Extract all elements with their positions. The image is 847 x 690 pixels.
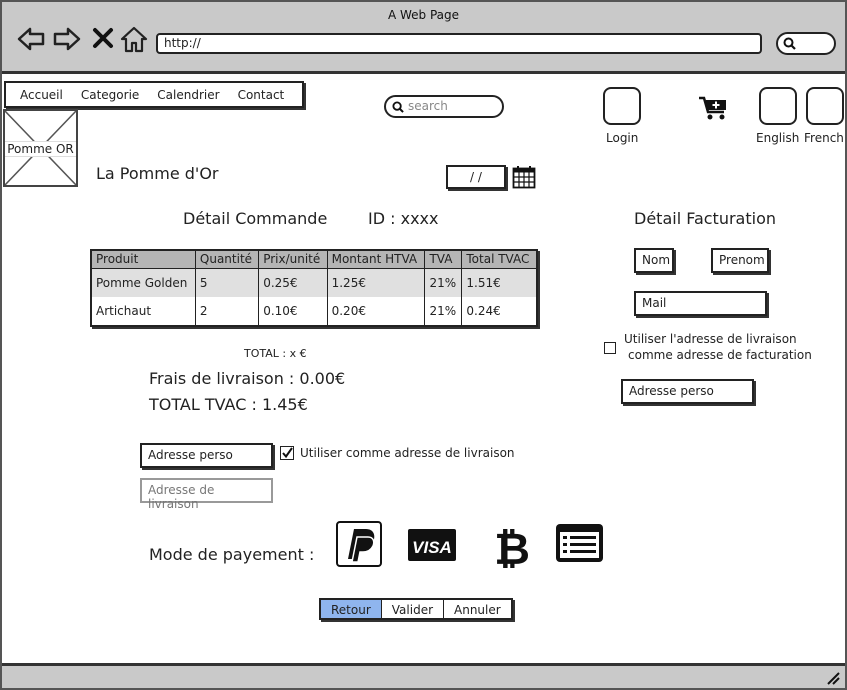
table-cell: 0.24€ bbox=[461, 297, 537, 326]
col-montant-htva: Montant HTVA bbox=[326, 250, 425, 269]
col-tva: TVA bbox=[424, 250, 462, 269]
forward-arrow-icon[interactable] bbox=[52, 24, 82, 54]
mail-field[interactable]: Mail bbox=[634, 291, 767, 316]
login-button[interactable] bbox=[603, 87, 641, 125]
menu-item-calendrier[interactable]: Calendrier bbox=[157, 88, 219, 102]
action-button-group: Retour Valider Annuler bbox=[319, 598, 513, 620]
nom-field[interactable]: Nom bbox=[634, 248, 674, 273]
table-cell: Artichaut bbox=[90, 297, 196, 326]
grand-total: TOTAL TVAC : 1.45€ bbox=[149, 395, 308, 414]
date-input[interactable]: / / bbox=[446, 165, 506, 189]
visa-icon[interactable]: VISA bbox=[408, 522, 458, 568]
logo-image: Pomme OR bbox=[3, 109, 78, 187]
order-table: Produit Quantité Prix/unité Montant HTVA… bbox=[90, 249, 538, 327]
browser-search-field[interactable] bbox=[776, 32, 836, 55]
use-delivery-as-billing-label-2: comme adresse de facturation bbox=[628, 348, 812, 362]
table-header-row: Produit Quantité Prix/unité Montant HTVA… bbox=[90, 250, 537, 269]
use-delivery-as-billing-label-1: Utiliser l'adresse de livraison bbox=[624, 332, 797, 346]
main-menu: Accueil Categorie Calendrier Contact bbox=[4, 81, 304, 108]
table-cell: 0.20€ bbox=[326, 297, 425, 326]
col-prix-unite: Prix/unité bbox=[258, 250, 328, 269]
search-placeholder: search bbox=[408, 99, 448, 113]
table-cell: 0.25€ bbox=[258, 268, 328, 297]
card-list-icon[interactable] bbox=[555, 521, 605, 567]
shop-name: La Pomme d'Or bbox=[96, 164, 219, 183]
order-title: Détail Commande bbox=[183, 209, 328, 228]
table-row[interactable]: Pomme Golden 5 0.25€ 1.25€ 21% 1.51€ bbox=[90, 268, 537, 297]
svg-text:VISA: VISA bbox=[412, 538, 452, 557]
search-icon bbox=[783, 37, 796, 50]
home-icon[interactable] bbox=[119, 24, 149, 54]
validate-button[interactable]: Valider bbox=[381, 600, 445, 618]
svg-text:₿: ₿ bbox=[494, 524, 530, 568]
browser-toolbar: A Web Page http:// bbox=[2, 2, 845, 74]
table-cell: 2 bbox=[194, 297, 259, 326]
french-label: French bbox=[804, 131, 844, 145]
menu-item-contact[interactable]: Contact bbox=[238, 88, 285, 102]
billing-address-field[interactable]: Adresse perso bbox=[621, 379, 754, 404]
order-id: ID : xxxx bbox=[368, 209, 439, 228]
table-cell: 21% bbox=[424, 297, 462, 326]
table-row[interactable]: Artichaut 2 0.10€ 0.20€ 21% 0.24€ bbox=[90, 297, 537, 326]
menu-item-accueil[interactable]: Accueil bbox=[20, 88, 63, 102]
site-search-input[interactable]: search bbox=[384, 95, 504, 118]
search-icon bbox=[392, 101, 404, 113]
use-as-delivery-checkbox[interactable] bbox=[280, 446, 294, 460]
table-cell: 1.25€ bbox=[326, 268, 425, 297]
table-cell: 5 bbox=[194, 268, 259, 297]
order-total: TOTAL : x € bbox=[244, 347, 307, 360]
table-cell: 21% bbox=[424, 268, 462, 297]
col-total-tvac: Total TVAC bbox=[461, 250, 537, 269]
url-input[interactable]: http:// bbox=[156, 33, 762, 54]
use-as-delivery-label: Utiliser comme adresse de livraison bbox=[300, 446, 515, 460]
billing-title: Détail Facturation bbox=[634, 209, 776, 228]
cancel-button[interactable]: Annuler bbox=[444, 600, 511, 618]
col-quantite: Quantité bbox=[194, 250, 259, 269]
personal-address-field[interactable]: Adresse perso bbox=[140, 443, 273, 468]
logo-label: Pomme OR bbox=[5, 141, 76, 157]
bitcoin-icon[interactable]: ₿ bbox=[490, 522, 540, 568]
french-button[interactable] bbox=[806, 87, 844, 125]
shopping-cart-icon[interactable] bbox=[698, 95, 730, 121]
prenom-field[interactable]: Prenom bbox=[711, 248, 769, 273]
use-delivery-as-billing-checkbox[interactable] bbox=[604, 342, 616, 354]
close-icon[interactable] bbox=[90, 25, 116, 51]
browser-window: A Web Page http:// Accueil Categorie Cal… bbox=[0, 0, 847, 690]
back-arrow-icon[interactable] bbox=[16, 24, 46, 54]
login-label: Login bbox=[606, 131, 639, 145]
window-title: A Web Page bbox=[387, 8, 460, 22]
paypal-icon[interactable] bbox=[336, 521, 386, 567]
resize-grip-icon[interactable] bbox=[826, 671, 840, 685]
payment-label: Mode de payement : bbox=[149, 545, 315, 564]
col-produit: Produit bbox=[90, 250, 196, 269]
table-cell: 0.10€ bbox=[258, 297, 328, 326]
status-bar bbox=[2, 663, 845, 688]
calendar-icon[interactable] bbox=[512, 165, 536, 189]
back-button[interactable]: Retour bbox=[321, 600, 382, 618]
shipping-fee: Frais de livraison : 0.00€ bbox=[149, 369, 346, 388]
delivery-address-field[interactable]: Adresse de livraison bbox=[140, 478, 273, 511]
english-label: English bbox=[756, 131, 800, 145]
menu-item-categorie[interactable]: Categorie bbox=[81, 88, 139, 102]
table-cell: 1.51€ bbox=[461, 268, 537, 297]
english-button[interactable] bbox=[759, 87, 797, 125]
table-cell: Pomme Golden bbox=[90, 268, 196, 297]
